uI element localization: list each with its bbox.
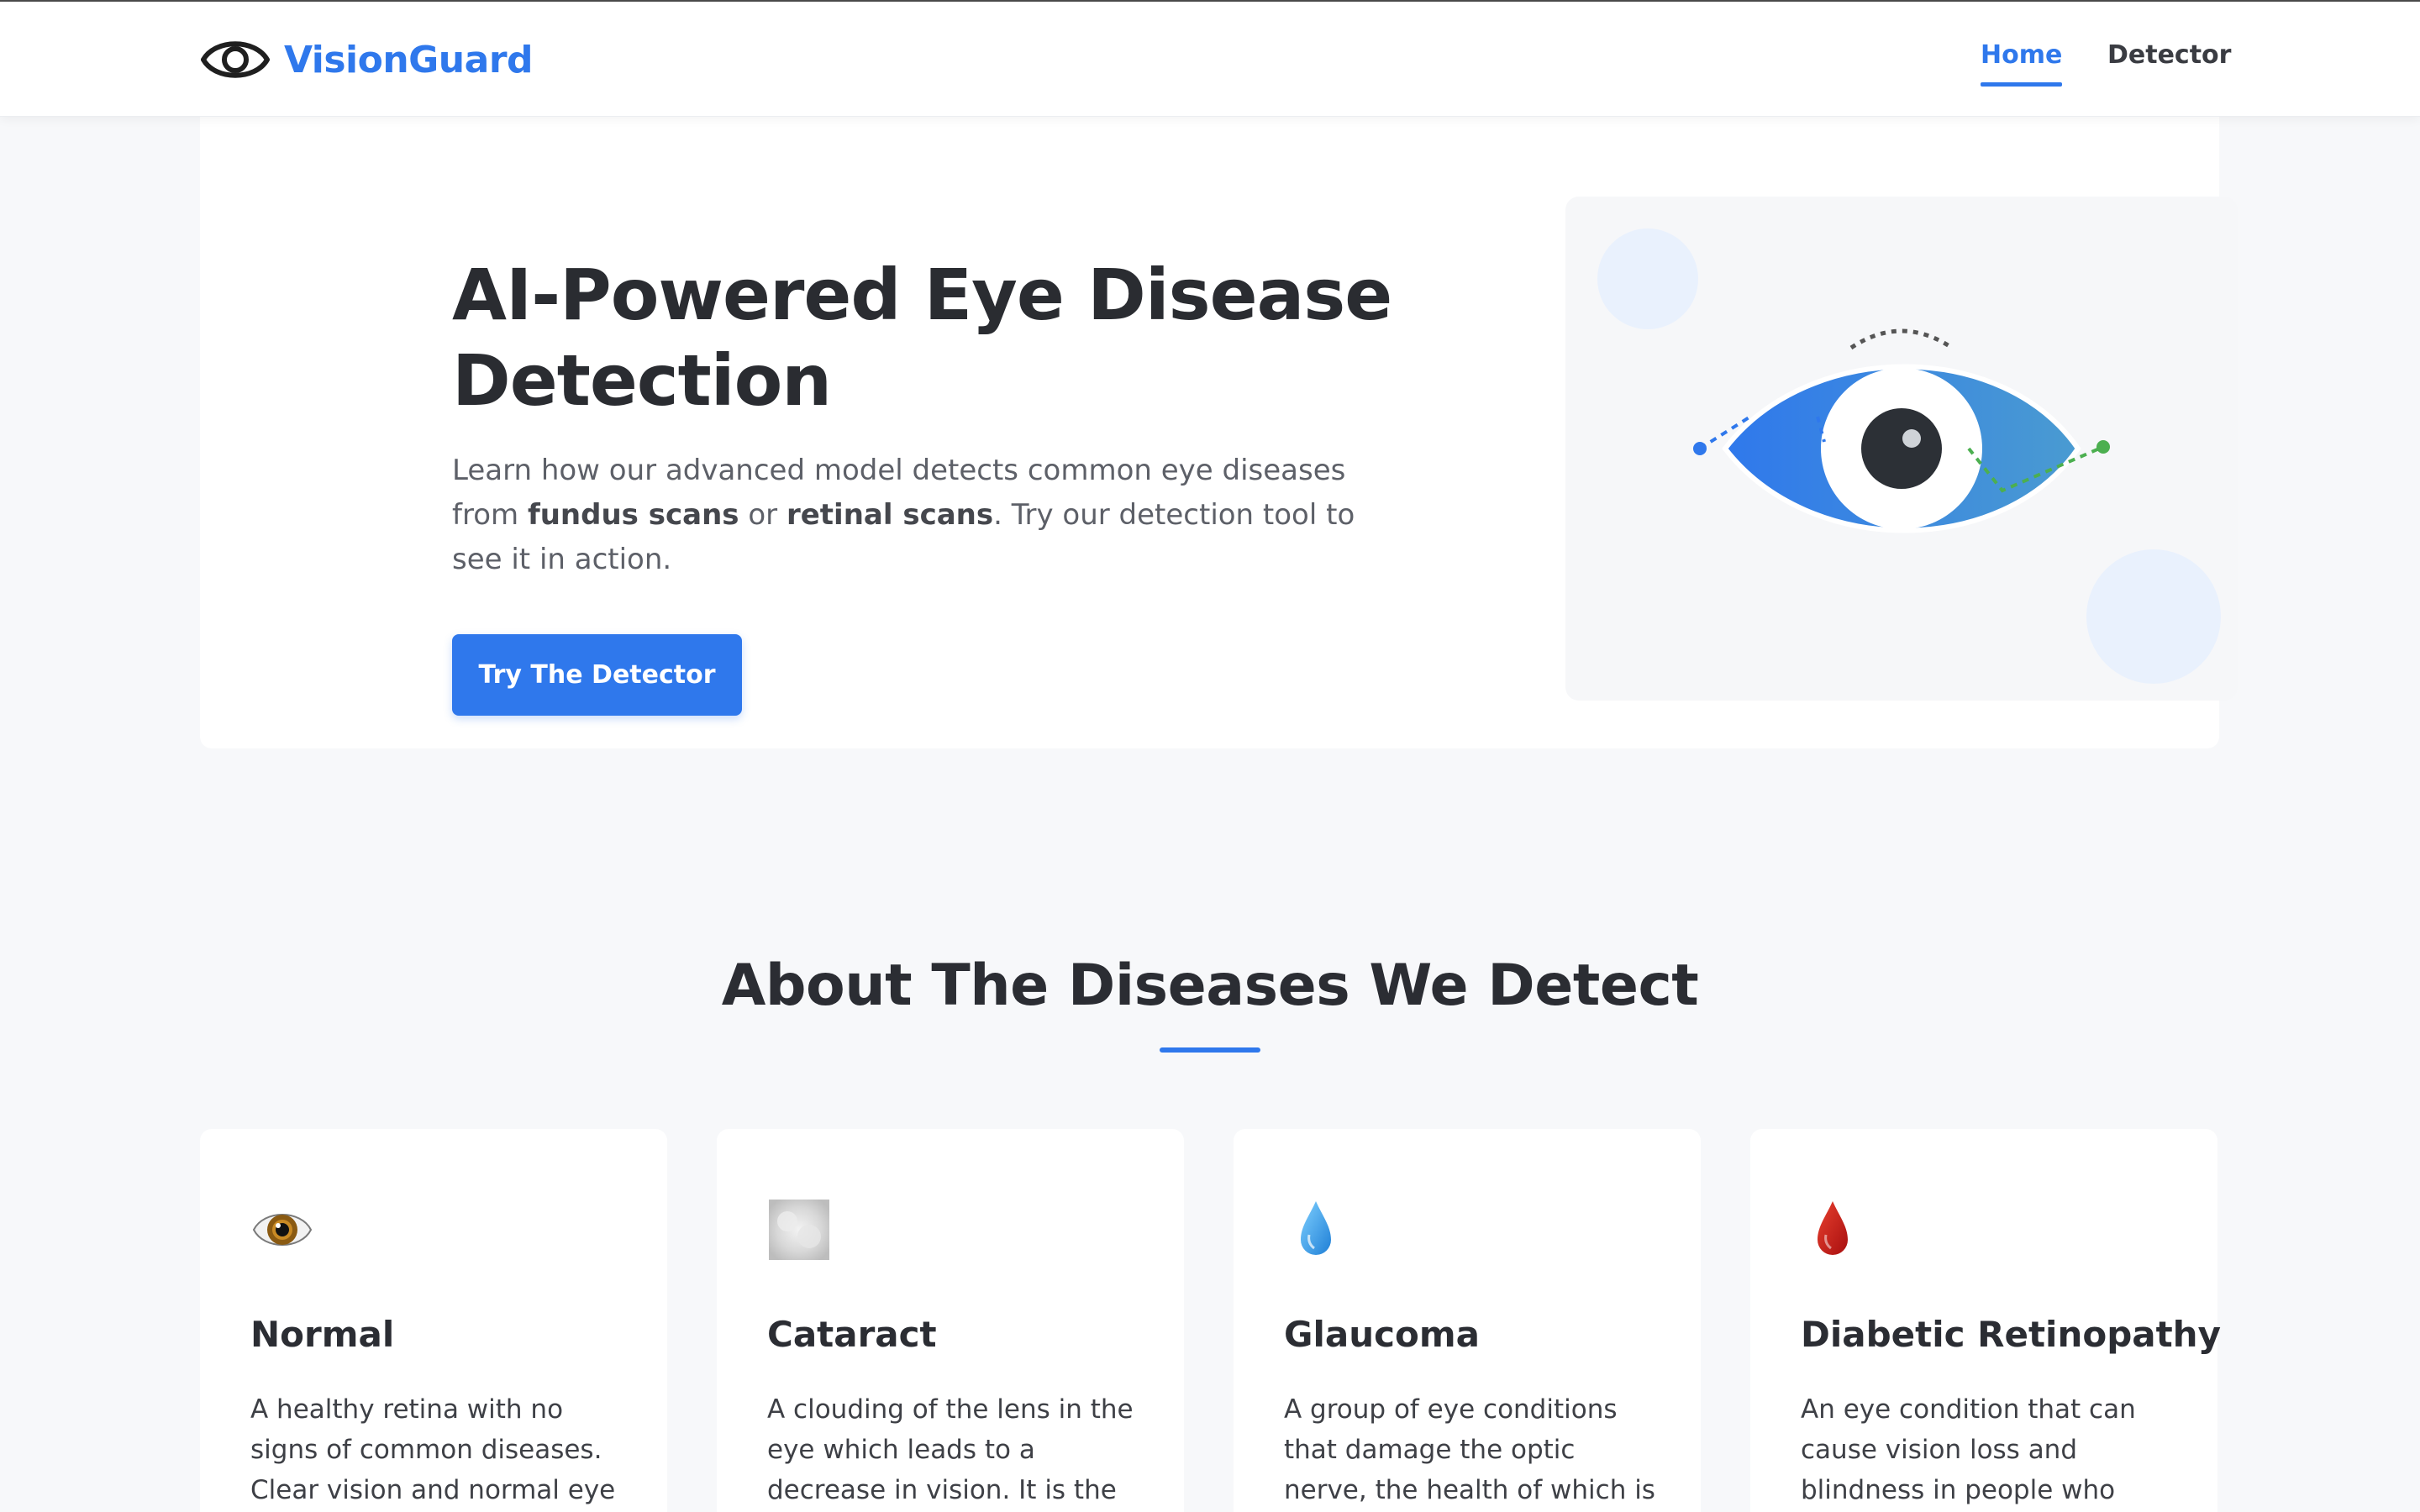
- hero-illustration: [1565, 197, 2238, 701]
- card-description: A clouding of the lens in the eye which …: [767, 1394, 1134, 1505]
- disease-card-cataract[interactable]: Cataract A clouding of the lens in the e…: [717, 1129, 1184, 1512]
- disease-card-normal[interactable]: Normal A healthy retina with no signs of…: [200, 1129, 667, 1512]
- hero-desc-text-2: or: [739, 498, 786, 532]
- nav-link-detector[interactable]: Detector: [2107, 40, 2231, 70]
- eye-illustration-icon: [1597, 228, 2221, 684]
- brand-name: VisionGuard: [284, 38, 534, 81]
- hero-title-line2: Detection: [452, 339, 832, 422]
- water-drop-icon: [1301, 1201, 1331, 1255]
- disease-card-glaucoma[interactable]: Glaucoma A group of eye conditions that …: [1234, 1129, 1701, 1512]
- blood-drop-icon: [1818, 1201, 1848, 1255]
- hero-description: Learn how our advanced model detects com…: [452, 449, 1393, 582]
- hero-title: AI-Powered Eye Disease Detection: [452, 252, 1418, 423]
- top-navbar: VisionGuard Home Detector: [0, 2, 2420, 117]
- nav-link-home[interactable]: Home: [1981, 40, 2063, 87]
- card-description: A group of eye conditions that damage th…: [1284, 1394, 1655, 1505]
- hero-section: AI-Powered Eye Disease Detection Learn h…: [200, 69, 2238, 748]
- hero-desc-bold-retinal: retinal scans: [786, 498, 994, 532]
- eye-logo-icon: [201, 41, 270, 78]
- section-title: About The Diseases We Detect: [721, 953, 1699, 1019]
- try-detector-button[interactable]: Try The Detector: [452, 634, 742, 716]
- section-title-underline: [1160, 1047, 1260, 1053]
- card-title: Cataract: [767, 1314, 937, 1355]
- card-description: A healthy retina with no signs of common…: [250, 1394, 616, 1505]
- page: VisionGuard Home Detector AI-Powered Eye…: [0, 0, 2420, 1512]
- eye-icon: [252, 1214, 313, 1246]
- hero-title-line1: AI-Powered Eye Disease: [452, 254, 1392, 336]
- cloud-blur-icon: [769, 1200, 829, 1260]
- card-title: Normal: [250, 1314, 395, 1355]
- card-title: Diabetic Retinopathy: [1801, 1314, 2221, 1355]
- card-description: An eye condition that can cause vision l…: [1801, 1394, 2136, 1505]
- disease-card-diabetic-retinopathy[interactable]: Diabetic Retinopathy An eye condition th…: [1750, 1129, 2221, 1512]
- card-title: Glaucoma: [1284, 1314, 1480, 1355]
- brand-logo[interactable]: VisionGuard: [200, 32, 534, 87]
- hero-desc-bold-fundus: fundus scans: [527, 498, 739, 532]
